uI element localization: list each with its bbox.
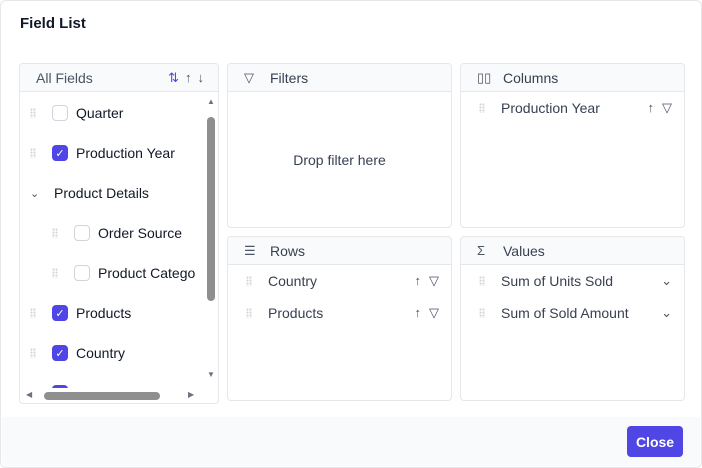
all-fields-header: All Fields <box>36 69 93 86</box>
sort-ascending-icon[interactable]: ↑ <box>415 305 422 321</box>
rows-icon: ☰ <box>244 242 256 258</box>
vertical-scrollbar[interactable]: ▲ ▼ <box>204 93 218 388</box>
sort-descending-icon[interactable]: ↓ <box>198 70 205 86</box>
columns-field-item[interactable]: Production Year ↑ ▽ <box>461 92 684 124</box>
chevron-down-icon[interactable]: ⌄ <box>30 187 54 200</box>
filters-drop-zone[interactable]: Drop filter here <box>228 152 451 168</box>
checkbox[interactable] <box>74 225 90 241</box>
sort-toggle-icon[interactable]: ⇅ <box>168 70 179 86</box>
field-item[interactable]: ✓ Production Year <box>20 133 175 173</box>
checkbox[interactable] <box>74 265 90 281</box>
field-label: Country <box>268 273 318 289</box>
checkbox[interactable]: ✓ <box>52 345 68 361</box>
field-label: Production Year <box>501 100 600 116</box>
filter-icon[interactable]: ▽ <box>662 100 672 116</box>
chevron-down-icon[interactable]: ⌄ <box>661 273 672 289</box>
field-item[interactable]: ✓ <box>20 373 76 388</box>
sort-ascending-icon[interactable]: ↑ <box>648 100 655 116</box>
field-label: Country <box>76 345 126 361</box>
drag-handle-icon[interactable] <box>30 108 36 118</box>
field-item[interactable]: ✓ Products <box>20 293 131 333</box>
sigma-icon: Σ <box>477 243 486 258</box>
close-button[interactable]: Close <box>627 426 683 457</box>
rows-field-item[interactable]: Country ↑ ▽ <box>228 265 451 297</box>
field-label: Products <box>268 305 324 321</box>
field-group[interactable]: ⌄ Product Details <box>20 173 149 213</box>
values-field-item[interactable]: Sum of Sold Amount ⌄ <box>461 297 684 329</box>
filter-icon[interactable]: ▽ <box>429 273 439 289</box>
filter-icon[interactable]: ▽ <box>429 305 439 321</box>
horizontal-scrollbar[interactable]: ◀ ▶ <box>20 388 218 403</box>
drag-handle-icon[interactable] <box>30 308 36 318</box>
filter-icon: ▽ <box>244 69 254 85</box>
field-label: Products <box>76 305 132 321</box>
filters-title: Filters <box>270 69 309 86</box>
checkbox[interactable]: ✓ <box>52 305 68 321</box>
checkbox[interactable]: ✓ <box>52 145 68 161</box>
field-label: Quarter <box>76 105 124 121</box>
drag-handle-icon[interactable] <box>246 308 252 318</box>
drag-handle-icon[interactable] <box>246 276 252 286</box>
field-label: Sum of Sold Amount <box>501 305 629 321</box>
chevron-down-icon[interactable]: ⌄ <box>661 305 672 321</box>
field-label: Product Details <box>54 185 149 201</box>
field-label: Product Catego <box>98 265 196 281</box>
field-label: Order Source <box>98 225 183 241</box>
rows-title: Rows <box>270 242 306 259</box>
drag-handle-icon[interactable] <box>30 348 36 358</box>
values-panel: Σ Values Sum of Units Sold ⌄ Sum of Sold … <box>460 236 685 401</box>
rows-panel: ☰ Rows Country ↑ ▽ Products ↑ ▽ <box>227 236 452 401</box>
field-label: Sum of Units Sold <box>501 273 614 289</box>
drag-handle-icon[interactable] <box>479 103 485 113</box>
field-item[interactable]: ✓ Country <box>20 333 125 373</box>
drag-handle-icon[interactable] <box>52 228 58 238</box>
drag-handle-icon[interactable] <box>479 276 485 286</box>
sort-ascending-icon[interactable]: ↑ <box>415 273 422 289</box>
columns-icon: ▯▯ <box>477 69 492 85</box>
values-field-item[interactable]: Sum of Units Sold ⌄ <box>461 265 684 297</box>
field-list-dialog: Field List All Fields ⇅ ↑ ↓ Quarter ✓ Prod… <box>0 0 702 468</box>
filters-panel: ▽ Filters Drop filter here <box>227 63 452 228</box>
field-item[interactable]: Order Source <box>20 213 182 253</box>
values-title: Values <box>503 242 545 259</box>
drag-handle-icon[interactable] <box>52 268 58 278</box>
field-item[interactable]: Quarter <box>20 93 123 133</box>
field-label: Production Year <box>76 145 175 161</box>
checkbox[interactable] <box>52 105 68 121</box>
dialog-title: Field List <box>20 15 86 32</box>
columns-title: Columns <box>503 69 559 86</box>
sort-ascending-icon[interactable]: ↑ <box>185 70 192 86</box>
all-fields-panel: All Fields ⇅ ↑ ↓ Quarter ✓ Production Year… <box>19 63 219 404</box>
drag-handle-icon[interactable] <box>479 308 485 318</box>
dialog-footer: Close <box>2 417 700 466</box>
field-item[interactable]: Product Catego <box>20 253 195 293</box>
field-tree: Quarter ✓ Production Year ⌄ Product Details O… <box>20 93 204 388</box>
drag-handle-icon[interactable] <box>30 148 36 158</box>
rows-field-item[interactable]: Products ↑ ▽ <box>228 297 451 329</box>
columns-panel: ▯▯ Columns Production Year ↑ ▽ <box>460 63 685 228</box>
